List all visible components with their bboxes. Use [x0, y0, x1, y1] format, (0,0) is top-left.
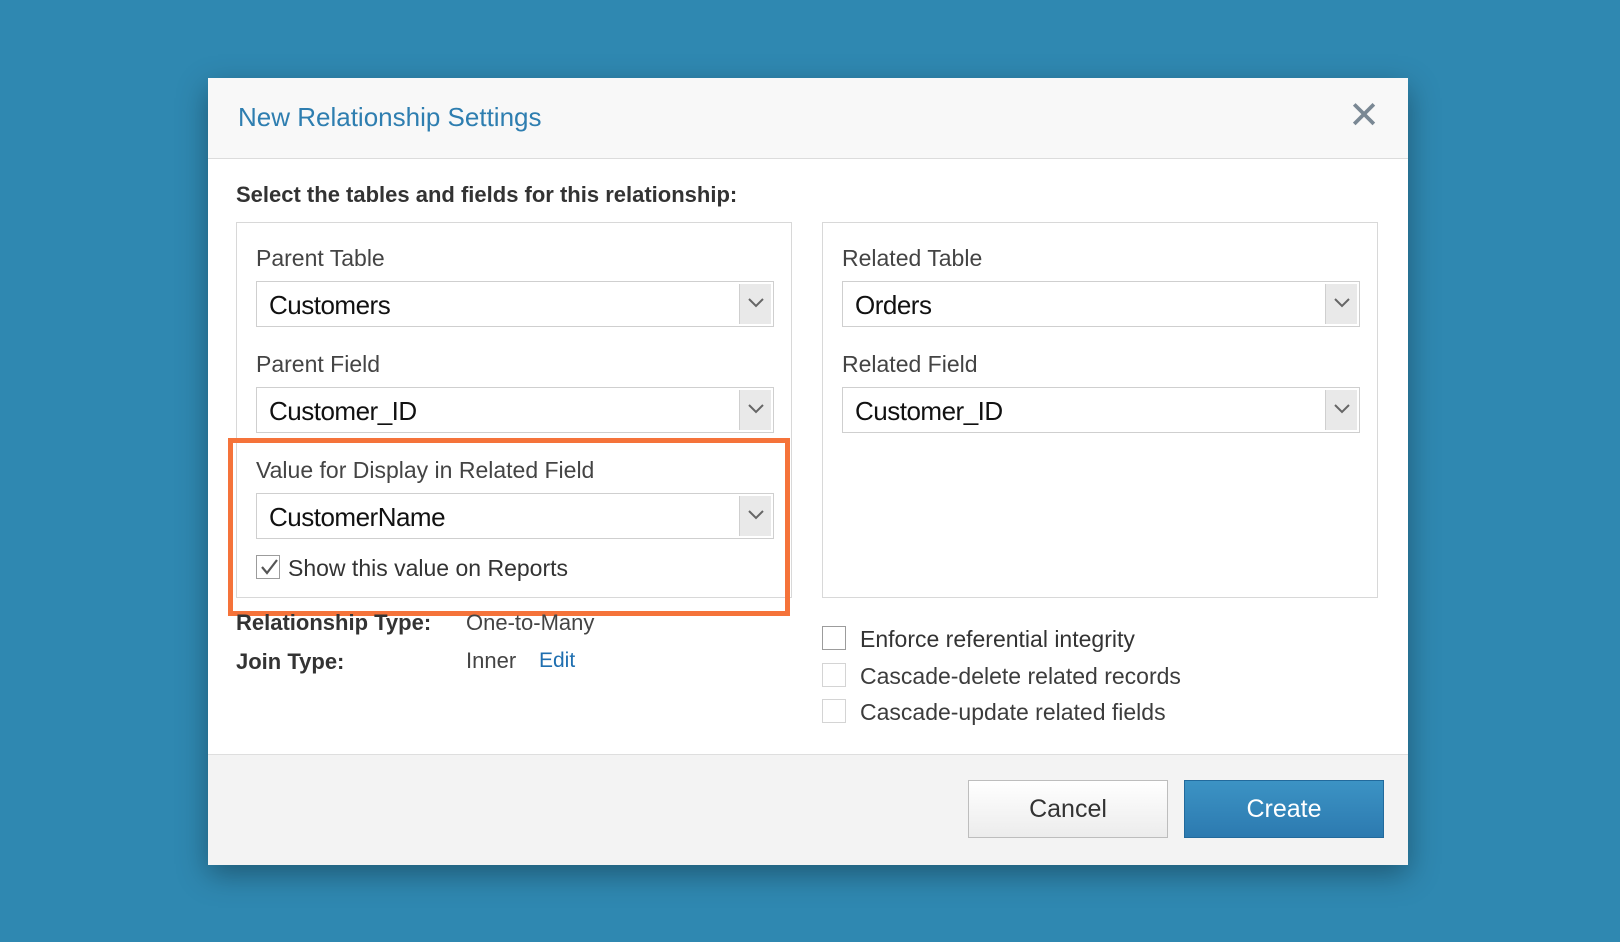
join-type-value: Inner — [466, 648, 517, 673]
parent-field-select[interactable]: Customer_ID — [256, 387, 774, 433]
cascade-delete-label: Cascade-delete related records — [860, 663, 1181, 689]
cascade-update-label: Cascade-update related fields — [860, 699, 1166, 725]
chevron-down-icon[interactable] — [1325, 284, 1357, 324]
create-button[interactable]: Create — [1184, 780, 1384, 838]
relationship-type-label: Relationship Type: — [236, 610, 432, 635]
enforce-integrity-label: Enforce referential integrity — [860, 626, 1135, 652]
dialog-header: New Relationship Settings ✕ — [208, 78, 1408, 159]
related-panel: Related Table Orders Related Field Custo… — [822, 222, 1378, 598]
chevron-down-icon[interactable] — [1325, 390, 1357, 430]
instructions-heading: Select the tables and fields for this re… — [236, 182, 738, 207]
edit-join-link[interactable]: Edit — [539, 649, 575, 673]
cascade-delete-checkbox[interactable] — [822, 663, 846, 687]
related-table-select[interactable]: Orders — [842, 281, 1360, 327]
cancel-button[interactable]: Cancel — [968, 780, 1168, 838]
parent-field-value: Customer_ID — [269, 396, 417, 426]
cascade-update-checkbox[interactable] — [822, 699, 846, 723]
parent-table-select[interactable]: Customers — [256, 281, 774, 327]
parent-table-value: Customers — [269, 290, 391, 320]
parent-table-label: Parent Table — [256, 245, 385, 271]
close-icon: ✕ — [1348, 95, 1380, 137]
enforce-integrity-checkbox[interactable] — [822, 626, 846, 650]
highlight-box — [228, 438, 790, 616]
join-type-label: Join Type: — [236, 649, 345, 674]
related-field-label: Related Field — [842, 351, 978, 377]
parent-field-label: Parent Field — [256, 351, 381, 377]
related-table-value: Orders — [855, 290, 932, 320]
related-field-value: Customer_ID — [855, 396, 1003, 426]
relationship-type-value: One-to-Many — [466, 610, 595, 635]
chevron-down-icon[interactable] — [739, 284, 771, 324]
dialog-title: New Relationship Settings — [238, 102, 542, 132]
related-field-select[interactable]: Customer_ID — [842, 387, 1360, 433]
new-relationship-dialog: New Relationship Settings ✕ Select the t… — [208, 78, 1408, 865]
chevron-down-icon[interactable] — [739, 390, 771, 430]
related-table-label: Related Table — [842, 245, 983, 271]
close-button[interactable]: ✕ — [1346, 95, 1382, 137]
